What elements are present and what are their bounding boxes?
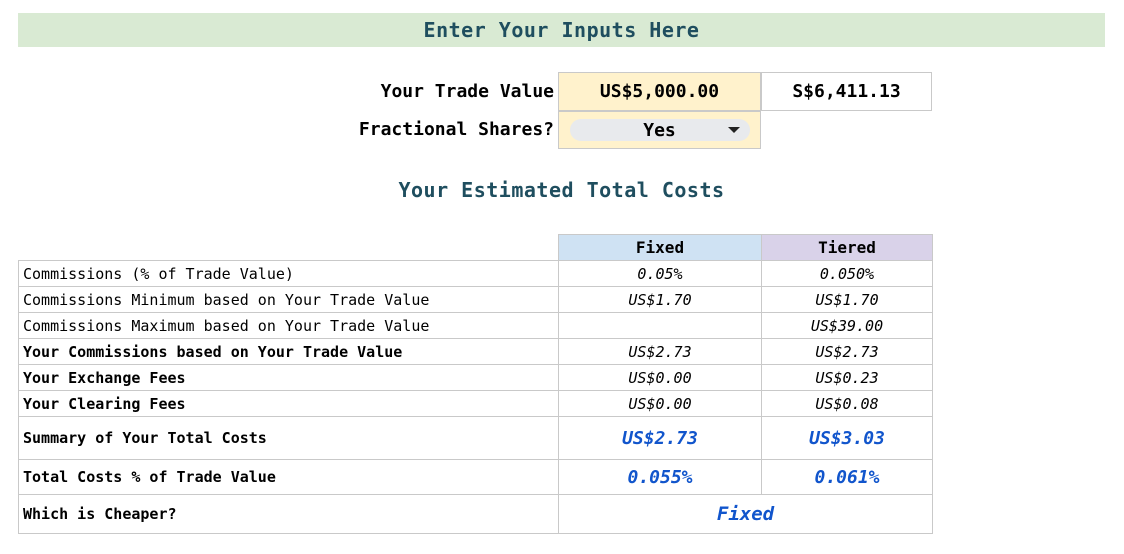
tiered-value: US$2.73 [761,338,933,365]
fractional-shares-value: Yes [643,119,676,141]
table-header-row: Fixed Tiered [19,234,933,261]
trade-value-sgd-cell: S$6,411.13 [761,72,932,111]
trade-value-usd: US$5,000.00 [599,81,720,102]
fractional-shares-cell: Yes [558,111,761,149]
cheaper-value: Fixed [558,494,933,534]
percent-label: Total Costs % of Trade Value [18,459,559,495]
percent-row: Total Costs % of Trade Value 0.055% 0.06… [18,459,933,495]
table-row: Commissions Maximum based on Your Trade … [18,312,933,339]
fixed-value: US$0.00 [558,390,762,417]
costs-table: Fixed Tiered Commissions (% of Trade Val… [18,234,933,534]
fixed-column-header: Fixed [558,234,762,261]
percent-tiered: 0.061% [761,459,933,495]
tiered-value: US$39.00 [761,312,933,339]
fixed-value [558,312,762,339]
chevron-down-icon [727,127,740,133]
row-label: Your Exchange Fees [18,364,559,391]
summary-tiered: US$3.03 [761,416,933,460]
table-row: Your Exchange Fees US$0.00 US$0.23 [18,364,933,391]
tiered-value: US$0.23 [761,364,933,391]
fixed-value: US$2.73 [558,338,762,365]
table-row: Commissions Minimum based on Your Trade … [18,286,933,313]
fixed-value: US$1.70 [558,286,762,313]
fractional-shares-dropdown[interactable]: Yes [569,119,750,141]
tiered-value: US$1.70 [761,286,933,313]
fixed-value: US$0.00 [558,364,762,391]
cheaper-label: Which is Cheaper? [18,494,559,534]
trade-value-sgd: S$6,411.13 [792,81,901,102]
summary-row: Summary of Your Total Costs US$2.73 US$3… [18,416,933,460]
tiered-value: 0.050% [761,260,933,287]
tiered-value: US$0.08 [761,390,933,417]
fractional-shares-label: Fractional Shares? [358,119,554,140]
cheaper-row: Which is Cheaper? Fixed [18,494,933,534]
row-label: Your Commissions based on Your Trade Val… [18,338,559,365]
tiered-column-header: Tiered [761,234,933,261]
inputs-banner: Enter Your Inputs Here [18,13,1105,47]
table-row: Commissions (% of Trade Value) 0.05% 0.0… [18,260,933,287]
table-row: Your Commissions based on Your Trade Val… [18,338,933,365]
table-header-empty [19,235,559,261]
summary-fixed: US$2.73 [558,416,762,460]
trade-value-label: Your Trade Value [380,81,554,102]
inputs-banner-title: Enter Your Inputs Here [423,18,700,42]
summary-label: Summary of Your Total Costs [18,416,559,460]
row-label: Your Clearing Fees [18,390,559,417]
table-row: Your Clearing Fees US$0.00 US$0.08 [18,390,933,417]
row-label: Commissions (% of Trade Value) [18,260,559,287]
trade-value-input[interactable]: US$5,000.00 [558,72,761,111]
estimated-costs-title: Your Estimated Total Costs [398,178,725,202]
fixed-value: 0.05% [558,260,762,287]
row-label: Commissions Maximum based on Your Trade … [18,312,559,339]
percent-fixed: 0.055% [558,459,762,495]
row-label: Commissions Minimum based on Your Trade … [18,286,559,313]
